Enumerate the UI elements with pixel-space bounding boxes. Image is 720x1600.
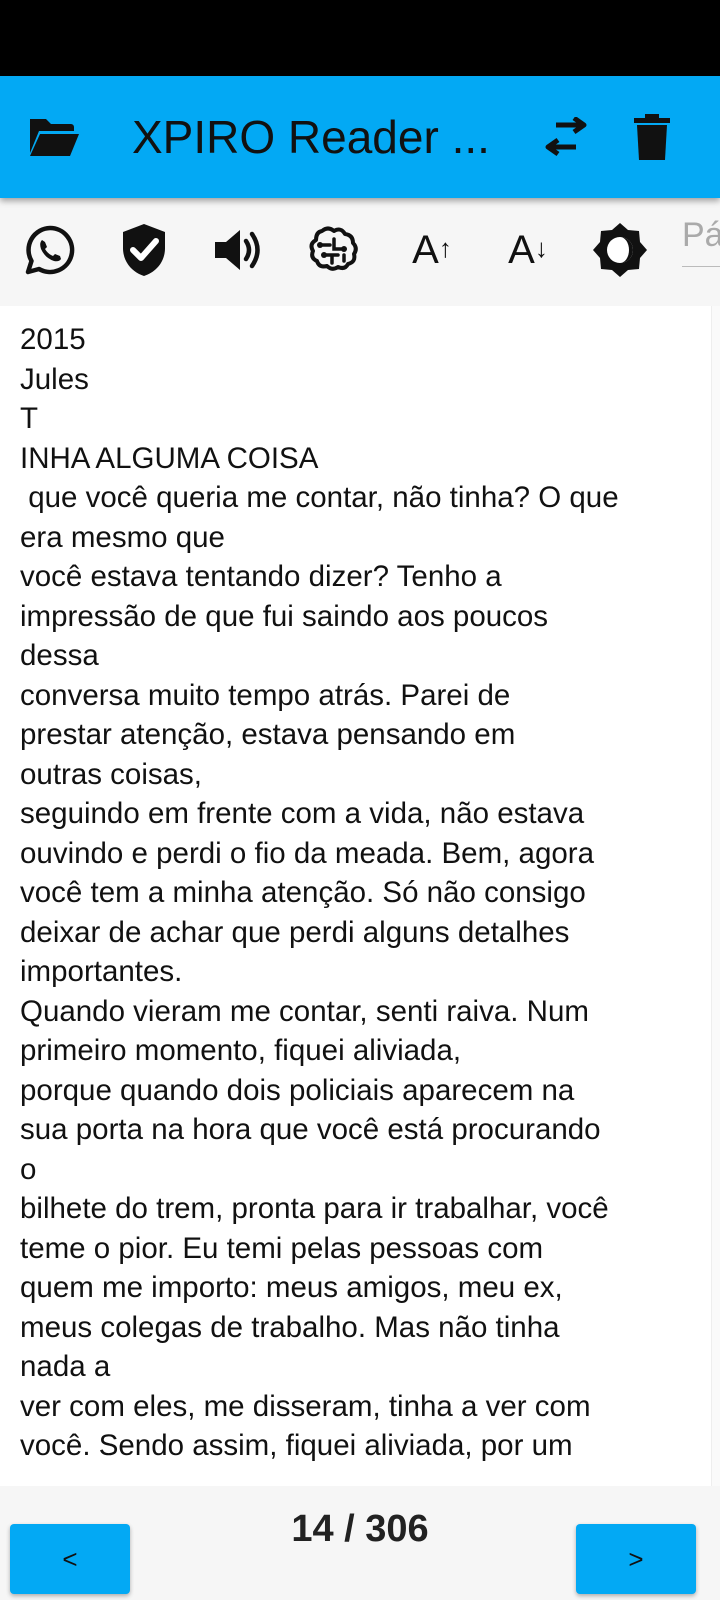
font-decrease-icon[interactable]: A ↓: [492, 218, 564, 282]
volume-icon[interactable]: [206, 218, 270, 282]
brain-icon[interactable]: [300, 218, 364, 282]
trash-icon[interactable]: [626, 76, 678, 198]
status-bar: [0, 0, 720, 76]
brightness-icon[interactable]: [588, 218, 652, 282]
swap-horizontal-icon[interactable]: [538, 76, 594, 198]
toolbar: A ↑ A ↓: [0, 198, 720, 306]
app-title: XPIRO Reader ...: [132, 111, 490, 163]
bottom-navigation: < 14 / 306 >: [0, 1486, 720, 1600]
previous-page-button[interactable]: <: [10, 1524, 130, 1594]
app-bar: XPIRO Reader ...: [0, 76, 720, 198]
reader-scrollbar[interactable]: [711, 306, 720, 1486]
page-number-input[interactable]: [682, 204, 720, 267]
font-increase-icon[interactable]: A ↑: [396, 218, 468, 282]
folder-open-icon[interactable]: [22, 76, 86, 198]
reader-text: 2015 Jules T INHA ALGUMA COISA que você …: [20, 323, 619, 1462]
next-page-button[interactable]: >: [576, 1524, 696, 1594]
whatsapp-icon[interactable]: [18, 218, 82, 282]
shield-check-icon[interactable]: [112, 218, 176, 282]
page-indicator: 14 / 306: [291, 1508, 429, 1550]
reader-content[interactable]: 2015 Jules T INHA ALGUMA COISA que você …: [0, 306, 720, 1486]
